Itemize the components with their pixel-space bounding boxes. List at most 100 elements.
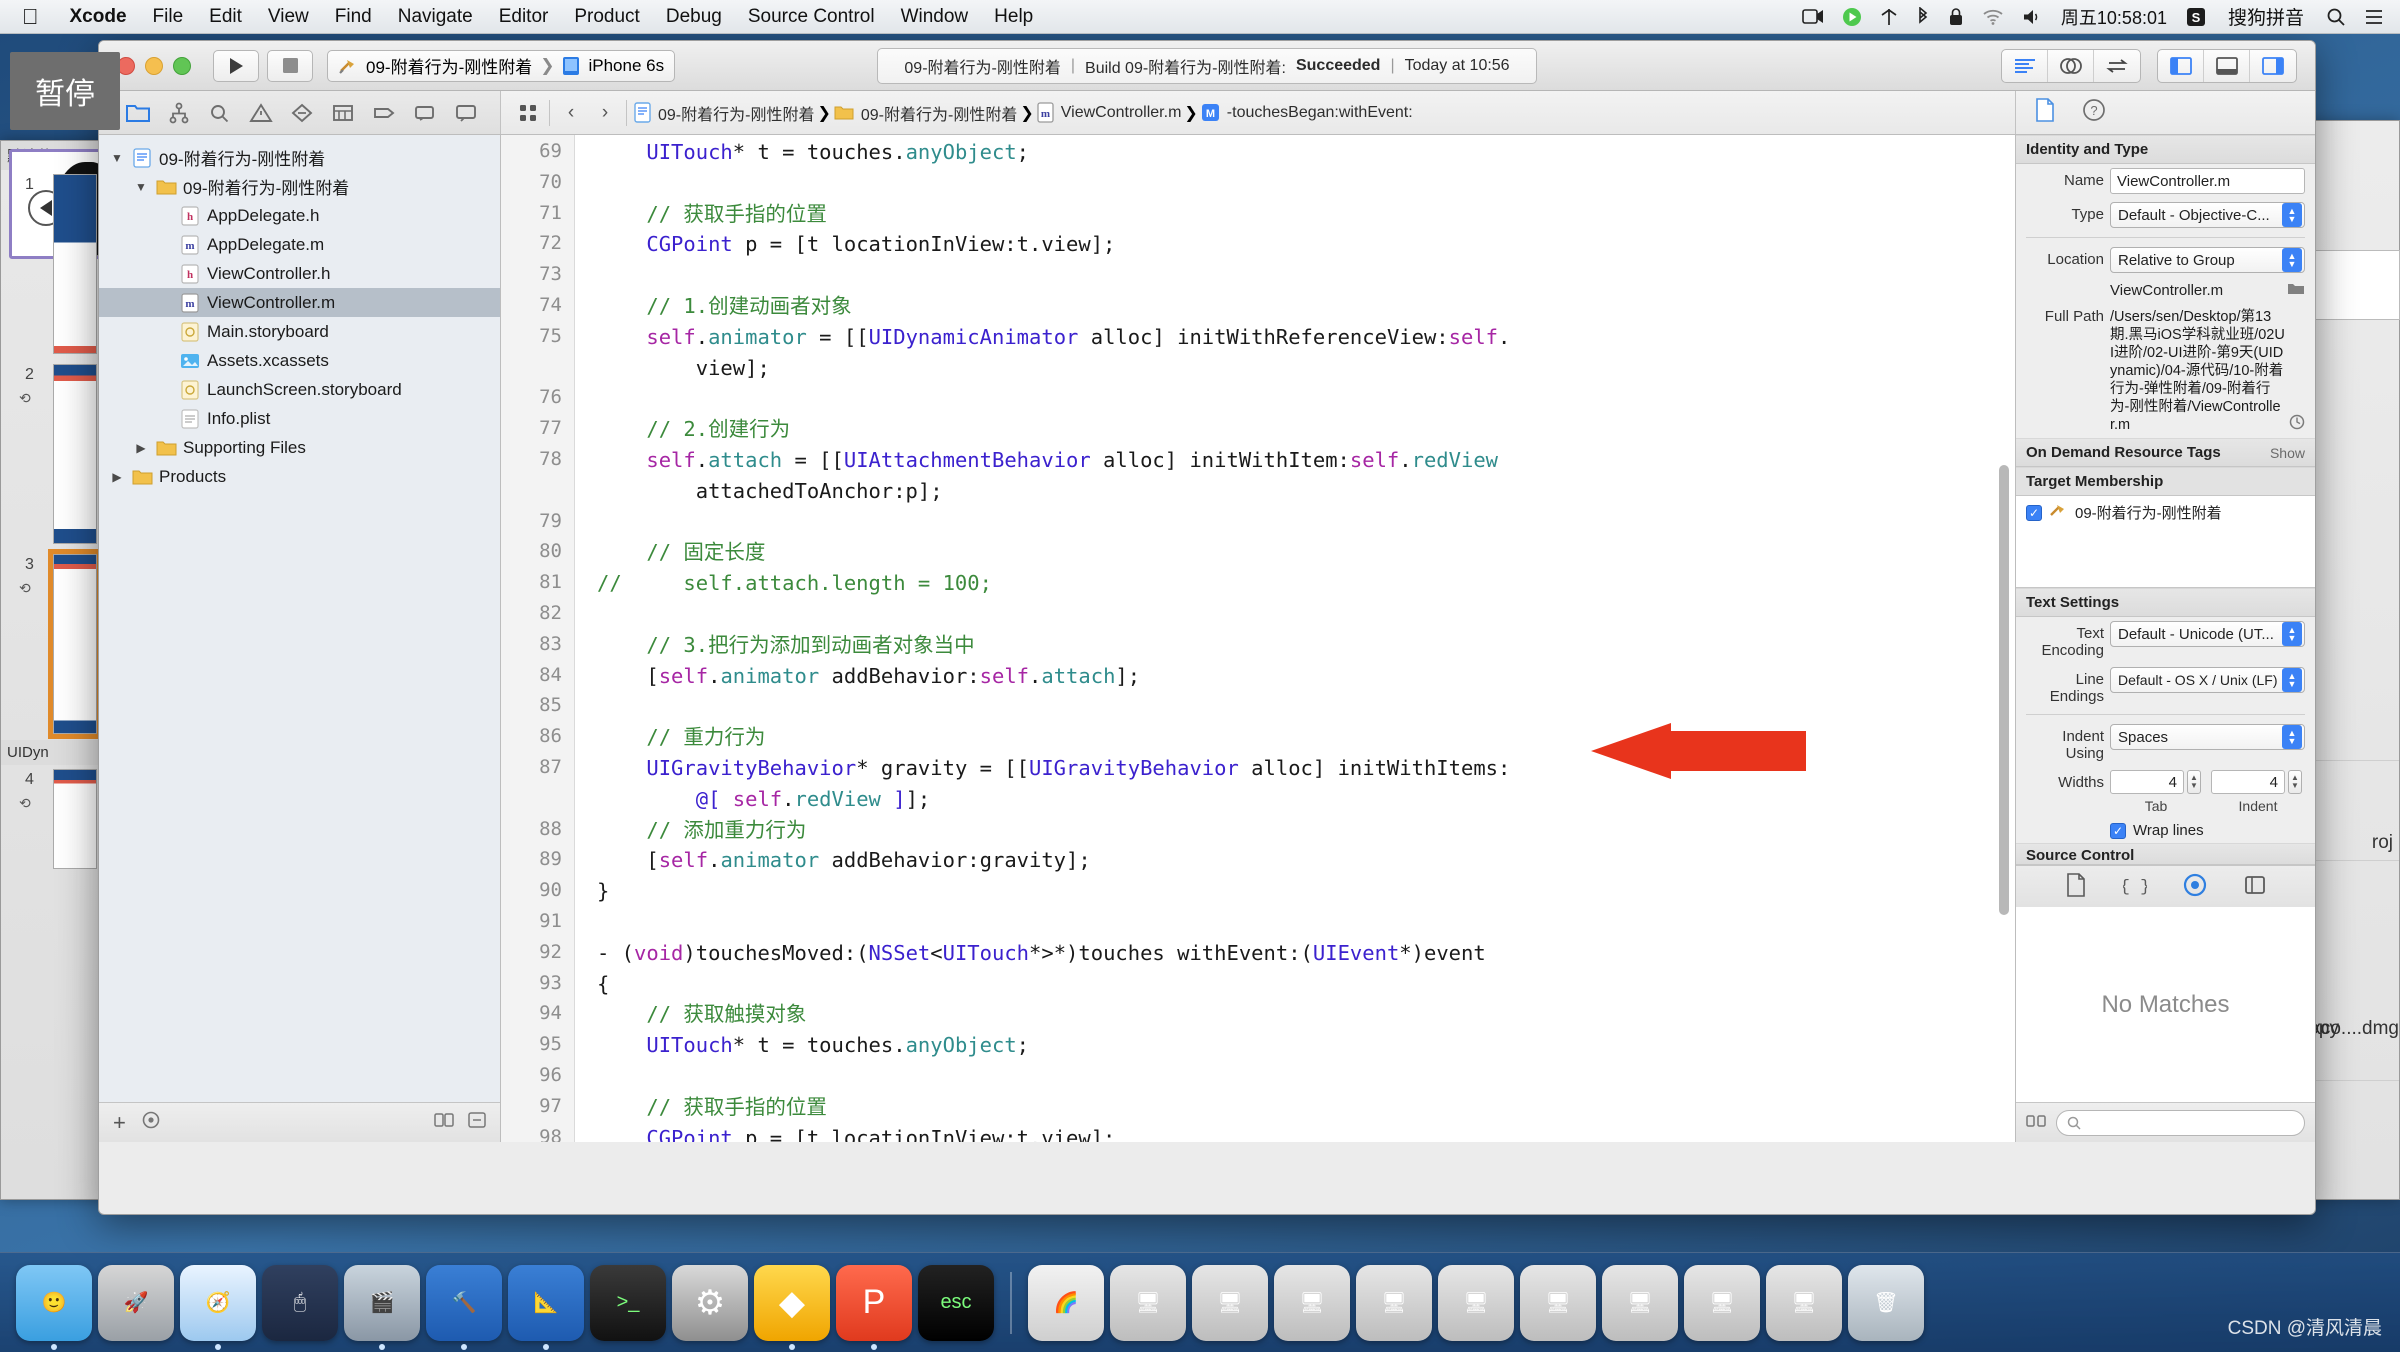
nav-item-viewcontroller-m[interactable]: m ViewController.m (99, 288, 500, 317)
spotlight-search-icon[interactable] (2317, 7, 2355, 27)
mouse-app-icon[interactable]: 🖱 (262, 1264, 338, 1341)
system-preferences-icon[interactable]: ⚙ (672, 1264, 748, 1341)
breadcrumb-item-file[interactable]: m ViewController.m (1034, 102, 1185, 123)
tab-width-input[interactable]: 4 (2110, 770, 2184, 794)
background-window-left[interactable]: 默认节 1 2 ⟲ 3 ⟲ UIDyn 4 ⟲ (0, 140, 110, 1200)
finder-icon[interactable]: 🙂 (16, 1264, 92, 1350)
file-inspector-icon[interactable] (2034, 98, 2056, 127)
indent-width-input[interactable]: 4 (2211, 770, 2285, 794)
symbol-navigator-icon[interactable] (199, 91, 240, 135)
menubar-clock[interactable]: 周五10:58:01 (2051, 4, 2177, 30)
airdrop-icon[interactable] (1871, 8, 1907, 26)
debug-navigator-icon[interactable] (363, 91, 404, 135)
add-file-button[interactable]: + (113, 1110, 126, 1136)
scheme-selector[interactable]: 09-附着行为-刚性附着 ❯ iPhone 6s (327, 49, 676, 82)
project-navigator-icon[interactable] (117, 91, 158, 135)
nav-item-group[interactable]: ▼ 09-附着行为-刚性附着 (99, 172, 500, 201)
breadcrumb-item-group[interactable]: 09-附着行为-刚性附着 (831, 101, 1020, 125)
location-popup-button[interactable]: Relative to Group ▲ ▼ (2110, 247, 2305, 273)
editor-mode-segmented-control[interactable] (2001, 48, 2141, 83)
wrap-lines-checkbox[interactable]: ✓ (2110, 822, 2126, 839)
folder-choose-icon[interactable] (2287, 281, 2305, 300)
notification-center-icon[interactable] (2355, 8, 2400, 26)
object-library-icon[interactable] (2183, 873, 2207, 901)
nav-item-main-storyboard[interactable]: Main.storyboard (99, 317, 500, 346)
test-navigator-icon[interactable] (322, 91, 363, 135)
library-list-icon[interactable] (2026, 1113, 2046, 1133)
terminal-icon[interactable]: >_ (590, 1264, 666, 1341)
wifi-icon[interactable] (1973, 8, 2013, 25)
menu-item-product[interactable]: Product (561, 6, 652, 28)
screen-recording-icon[interactable] (1793, 8, 1833, 25)
report-navigator-icon[interactable] (445, 91, 486, 135)
nav-item-info-plist[interactable]: Info.plist (99, 404, 500, 433)
tab-width-stepper[interactable]: 4 ▲ ▼ (2110, 770, 2201, 794)
nav-item-appdelegate-h[interactable]: h AppDelegate.h (99, 201, 500, 230)
paw-icon[interactable]: P (836, 1264, 912, 1350)
menu-item-find[interactable]: Find (322, 6, 385, 28)
slide-thumb-row-selected[interactable]: 3 ⟲ (1, 549, 109, 740)
trash-icon[interactable]: 🗑 (1848, 1264, 1924, 1341)
source-control-filter-icon[interactable] (468, 1112, 486, 1133)
menu-item-edit[interactable]: Edit (196, 6, 255, 28)
navigator-tab-bar[interactable] (99, 91, 501, 134)
menu-item-source-control[interactable]: Source Control (735, 6, 888, 28)
simulator-4-icon[interactable]: 🖥 (1356, 1264, 1432, 1341)
nav-item-viewcontroller-h[interactable]: h ViewController.h (99, 259, 500, 288)
menu-item-debug[interactable]: Debug (653, 6, 735, 28)
quick-help-icon[interactable]: ? (2082, 98, 2106, 127)
menu-item-file[interactable]: File (140, 6, 197, 28)
recent-files-icon[interactable] (434, 1112, 454, 1133)
indent-width-stepper[interactable]: 4 ▲ ▼ (2211, 770, 2302, 794)
show-tags-link[interactable]: Show (2270, 445, 2305, 461)
library-search-input[interactable] (2056, 1109, 2305, 1136)
view-toggles-segmented-control[interactable] (2157, 48, 2297, 83)
safari-icon[interactable]: 🧭 (180, 1264, 256, 1350)
simulator-7-icon[interactable]: 🖥 (1602, 1264, 1678, 1341)
menu-item-help[interactable]: Help (981, 6, 1046, 28)
toggle-navigator-icon[interactable] (2158, 49, 2204, 82)
simulator-5-icon[interactable]: 🖥 (1438, 1264, 1514, 1341)
photos-icon[interactable]: 🌈 (1028, 1264, 1104, 1341)
line-endings-popup-button[interactable]: Default - OS X / Unix (LF) ▲ ▼ (2110, 667, 2305, 693)
lock-icon[interactable] (1939, 7, 1973, 26)
menu-item-view[interactable]: View (255, 6, 322, 28)
filter-icon[interactable] (142, 1111, 160, 1134)
simulator-1-icon[interactable]: 🖥 (1110, 1264, 1186, 1341)
volume-icon[interactable] (2013, 8, 2051, 26)
breadcrumb-item-method[interactable]: M -touchesBegan:withEvent: (1198, 103, 1416, 122)
toggle-inspector-icon[interactable] (2250, 50, 2296, 82)
breakpoint-navigator-icon[interactable] (404, 91, 445, 135)
nav-item-products[interactable]: ▶ Products (99, 462, 500, 491)
tab-width-stepper-icon[interactable]: ▲ ▼ (2187, 770, 2201, 794)
name-input[interactable]: ViewController.m (2110, 168, 2305, 194)
slide-thumb-row[interactable]: 2 ⟲ (1, 360, 109, 550)
quicktime-play-icon[interactable] (1833, 7, 1871, 27)
simulator-9-icon[interactable]: 🖥 (1766, 1264, 1842, 1341)
navigate-back-button[interactable]: ‹ (554, 91, 588, 135)
code-text-area[interactable]: UITouch* t = touches.anyObject; // 获取手指的… (575, 135, 2015, 1142)
apple-menu-icon[interactable]:  (0, 5, 57, 28)
project-navigator-tree[interactable]: ▼ 09-附着行为-刚性附着 ▼ 09-附着行为-刚性附着 h AppDeleg… (99, 135, 500, 1102)
disclosure-triangle-icon[interactable]: ▶ (133, 441, 149, 455)
minimize-window-button[interactable] (145, 56, 163, 75)
source-code-editor[interactable]: 69 70 71 72 73 74 75 76 77 78 79 80 81 82 83 84 85 86 87 88… (501, 135, 2015, 1142)
xcode-beta-icon[interactable]: 📐 (508, 1264, 584, 1350)
file-template-library-icon[interactable] (2065, 872, 2087, 901)
zoom-window-button[interactable] (173, 56, 191, 75)
version-editor-icon[interactable] (2094, 50, 2140, 82)
disclosure-triangle-icon[interactable]: ▶ (109, 470, 125, 484)
nav-item-supporting-files[interactable]: ▶ Supporting Files (99, 433, 500, 462)
navigate-forward-button[interactable]: › (588, 91, 622, 135)
menu-item-navigate[interactable]: Navigate (385, 6, 486, 28)
target-checkbox[interactable]: ✓ (2026, 504, 2042, 521)
simulator-2-icon[interactable]: 🖥 (1192, 1264, 1268, 1341)
disclosure-triangle-icon[interactable]: ▼ (133, 180, 149, 194)
related-items-icon[interactable] (511, 91, 545, 135)
reveal-in-finder-icon[interactable] (2289, 414, 2305, 434)
nav-item-assets-xcassets[interactable]: Assets.xcassets (99, 346, 500, 375)
simulator-8-icon[interactable]: 🖥 (1684, 1264, 1760, 1341)
nav-item-launchscreen-storyboard[interactable]: LaunchScreen.storyboard (99, 375, 500, 404)
simulator-6-icon[interactable]: 🖥 (1520, 1264, 1596, 1341)
nav-item-appdelegate-m[interactable]: m AppDelegate.m (99, 230, 500, 259)
